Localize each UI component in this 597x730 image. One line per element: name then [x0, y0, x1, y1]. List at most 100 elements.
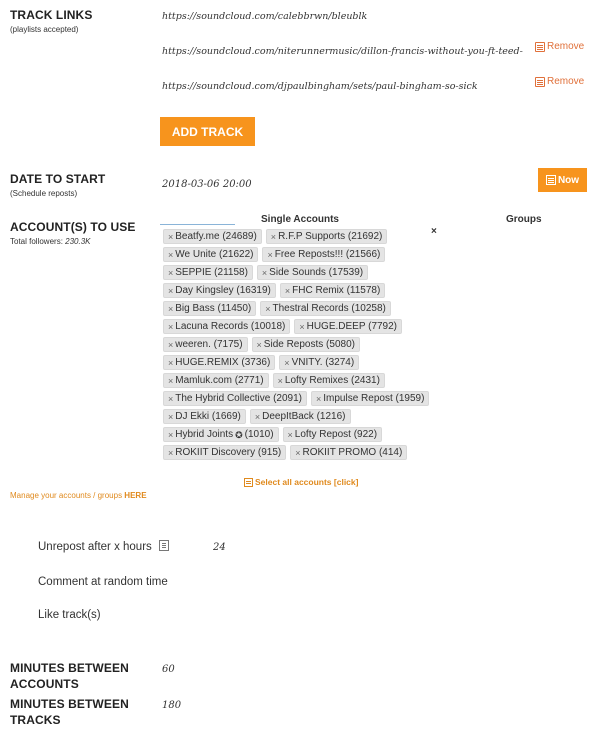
remove-tag-icon[interactable]: × [299, 321, 304, 333]
remove-tag-icon[interactable]: × [271, 231, 276, 243]
remove-tag-icon[interactable]: × [168, 285, 173, 297]
unrepost-hours-input[interactable]: 24 [213, 542, 226, 553]
track-links-title: TRACK LINKS [10, 8, 93, 22]
gear-icon: ✪ [235, 429, 243, 440]
remove-tag-icon[interactable]: × [284, 357, 289, 369]
minutes-between-accounts-title: MINUTES BETWEEN ACCOUNTS [10, 660, 129, 692]
minutes-between-tracks-title: MINUTES BETWEEN TRACKS [10, 696, 129, 728]
single-accounts-header[interactable]: Single Accounts [261, 214, 339, 225]
remove-tag-icon[interactable]: × [257, 339, 262, 351]
remove-tag-icon[interactable]: × [168, 231, 173, 243]
tag-label: Lofty Repost (922) [294, 428, 378, 440]
track-link-1[interactable]: https://soundcloud.com/calebbrwn/bleublk [162, 11, 367, 22]
title-line-2: TRACKS [10, 713, 61, 727]
list-icon [244, 477, 253, 487]
remove-tag-icon[interactable]: × [168, 357, 173, 369]
comment-random-label[interactable]: Comment at random time [38, 576, 168, 588]
remove-link-3-button[interactable]: Remove [535, 76, 584, 87]
remove-tag-icon[interactable]: × [168, 303, 173, 315]
remove-tag-icon[interactable]: × [262, 267, 267, 279]
now-button[interactable]: Now [538, 168, 587, 192]
tag-label: Thestral Records (10258) [272, 302, 386, 314]
tag-label: Side Sounds (17539) [269, 266, 364, 278]
account-tag: × Hybrid Joints ✪ (1010) [163, 427, 279, 442]
add-track-button[interactable]: ADD TRACK [160, 117, 255, 146]
account-tag: × ROKIIT Discovery (915) [163, 445, 287, 460]
remove-tag-icon[interactable]: × [168, 321, 173, 333]
remove-tag-icon[interactable]: × [168, 249, 173, 261]
track-links-subtitle: (playlists accepted) [10, 25, 79, 34]
minutes-tracks-input[interactable]: 180 [162, 700, 181, 711]
tag-label: Lofty Remixes (2431) [284, 374, 380, 386]
accounts-title: ACCOUNT(S) TO USE [10, 220, 136, 234]
remove-tag-icon[interactable]: × [255, 411, 260, 423]
account-tag: × The Hybrid Collective (2091) [163, 391, 307, 406]
account-tag: × Lofty Repost (922) [282, 427, 383, 442]
remove-tag-icon[interactable]: × [267, 249, 272, 261]
tag-label: DeepItBack (1216) [262, 410, 346, 422]
remove-tag-icon[interactable]: × [168, 339, 173, 351]
account-tag: × Mamluk.com (2771) [163, 373, 269, 388]
tag-count: (1010) [244, 428, 274, 440]
account-tag: × DeepItBack (1216) [249, 409, 351, 424]
remove-tag-icon[interactable]: × [168, 375, 173, 387]
account-tag: × FHC Remix (11578) [279, 283, 386, 298]
manage-here-link[interactable]: HERE [124, 491, 146, 500]
total-followers-label: Total followers: [10, 237, 63, 246]
select-all-label: Select all accounts [click] [255, 477, 359, 487]
tag-label: Day Kingsley (16319) [175, 284, 271, 296]
title-line-2: ACCOUNTS [10, 677, 79, 691]
account-tag: × Side Sounds (17539) [256, 265, 369, 280]
tag-label: ROKIIT Discovery (915) [175, 446, 282, 458]
account-tag: × DJ Ekki (1669) [163, 409, 246, 424]
groups-header[interactable]: Groups [506, 214, 542, 225]
title-line-1: MINUTES BETWEEN [10, 697, 129, 711]
tag-label: Mamluk.com (2771) [175, 374, 264, 386]
remove-tag-icon[interactable]: × [285, 285, 290, 297]
minutes-accounts-input[interactable]: 60 [162, 664, 175, 675]
remove-tag-icon[interactable]: × [168, 411, 173, 423]
tag-label: VNITY. (3274) [291, 356, 355, 368]
calendar-icon [545, 175, 556, 185]
tag-label: Free Reposts!!! (21566) [274, 248, 381, 260]
select-all-accounts-link[interactable]: Select all accounts [click] [244, 477, 358, 487]
remove-tag-icon[interactable]: × [168, 429, 173, 441]
tag-label: R.F.P Supports (21692) [278, 230, 383, 242]
like-tracks-label[interactable]: Like track(s) [38, 609, 101, 621]
unrepost-label: Unrepost after x hours [38, 541, 152, 553]
track-link-3[interactable]: https://soundcloud.com/djpaulbingham/set… [162, 81, 478, 92]
tag-label: The Hybrid Collective (2091) [175, 392, 302, 404]
account-tag: × Impulse Repost (1959) [310, 391, 430, 406]
account-tag: × Big Bass (11450) [163, 301, 257, 316]
tag-label: DJ Ekki (1669) [175, 410, 241, 422]
tag-label: HUGE.DEEP (7792) [306, 320, 398, 332]
account-tag: × weeren. (7175) [163, 337, 248, 352]
date-start-input[interactable]: 2018-03-06 20:00 [162, 179, 252, 190]
account-tag: × HUGE.REMIX (3736) [163, 355, 276, 370]
remove-tag-icon[interactable]: × [168, 447, 173, 459]
account-tag: × Day Kingsley (16319) [163, 283, 276, 298]
unrepost-checkbox[interactable] [159, 540, 169, 551]
tab-underline [160, 224, 235, 225]
account-tag: × VNITY. (3274) [279, 355, 360, 370]
remove-link-2-button[interactable]: Remove [535, 41, 584, 52]
tag-label: Impulse Repost (1959) [323, 392, 425, 404]
account-tag: × Free Reposts!!! (21566) [262, 247, 386, 262]
tag-label: We Unite (21622) [175, 248, 254, 260]
date-to-start-subtitle: (Schedule reposts) [10, 189, 78, 198]
account-tag: × Beatfy.me (24689) [163, 229, 262, 244]
account-tag: × Thestral Records (10258) [260, 301, 391, 316]
remove-tag-icon[interactable]: × [316, 393, 321, 405]
remove-tag-icon[interactable]: × [265, 303, 270, 315]
tag-label: Side Reposts (5080) [263, 338, 355, 350]
remove-tag-icon[interactable]: × [295, 447, 300, 459]
account-tag: × ROKIIT PROMO (414) [290, 445, 408, 460]
title-line-1: MINUTES BETWEEN [10, 661, 129, 675]
date-to-start-title: DATE TO START [10, 172, 106, 186]
remove-tag-icon[interactable]: × [288, 429, 293, 441]
track-link-2[interactable]: https://soundcloud.com/niterunnermusic/d… [162, 46, 523, 57]
remove-tag-icon[interactable]: × [168, 267, 173, 279]
remove-tag-icon[interactable]: × [278, 375, 283, 387]
manage-accounts-text: Manage your accounts / groups HERE [10, 491, 147, 500]
remove-tag-icon[interactable]: × [168, 393, 173, 405]
